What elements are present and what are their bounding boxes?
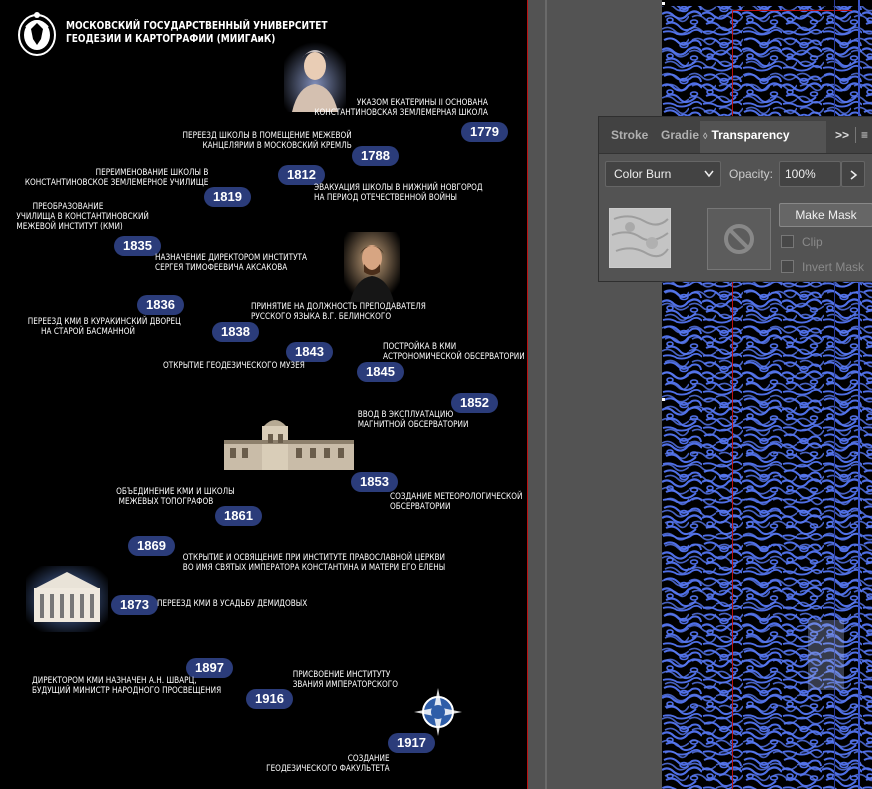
transparency-panel[interactable]: Stroke Gradie ◊ Transparency >> ≡ Color B… bbox=[598, 116, 872, 282]
opacity-stepper-button[interactable] bbox=[841, 161, 865, 187]
blend-mode-value: Color Burn bbox=[614, 167, 672, 181]
mask-placeholder[interactable] bbox=[707, 208, 771, 270]
event-1852-text: ВВОД В ЭКСПЛУАТАЦИЮ МАГНИТНОЙ ОБСЕРВАТОРИ… bbox=[357, 410, 469, 430]
clip-label: Clip bbox=[802, 235, 823, 249]
invert-mask-label: Invert Mask bbox=[802, 260, 865, 274]
event-1835-text: ПРЕОБРАЗОВАНИЕ УЧИЛИЩА В КОНСТАНТИНОВСКИЙ… bbox=[16, 202, 149, 232]
tab-stroke[interactable]: Stroke bbox=[611, 128, 648, 142]
artboard[interactable]: МОСКОВСКИЙ ГОСУДАРСТВЕННЫЙ УНИВЕРСИТЕТ Г… bbox=[0, 0, 527, 789]
artwork-thumbnail-texture bbox=[610, 209, 670, 267]
opacity-label: Opacity: bbox=[729, 167, 774, 181]
event-1843-text: ОТКРЫТИЕ ГЕОДЕЗИЧЕСКОГО МУЗЕЯ bbox=[163, 361, 305, 371]
invert-mask-checkbox[interactable] bbox=[781, 260, 794, 273]
panel-menu-icon[interactable]: ≡ bbox=[861, 128, 868, 142]
panel-overflow-button[interactable]: >> bbox=[835, 128, 849, 142]
event-1845-text: ПОСТРОЙКА В КМИ АСТРОНОМИЧЕСКОЙ ОБСЕРВАТО… bbox=[383, 342, 525, 362]
year-badge-1788: 1788 bbox=[352, 146, 399, 166]
event-1917-text: СОЗДАНИЕ ГЕОДЕЗИЧЕСКОГО ФАКУЛЬТЕТА bbox=[266, 754, 390, 774]
year-badge-1836: 1836 bbox=[137, 295, 184, 315]
clip-checkbox[interactable] bbox=[781, 235, 794, 248]
university-emblem-icon bbox=[18, 12, 56, 56]
tab-updown-icon: ◊ bbox=[703, 131, 708, 141]
year-badge-1873: 1873 bbox=[111, 595, 158, 615]
year-badge-1779: 1779 bbox=[461, 122, 508, 142]
pasteboard-divider bbox=[545, 0, 547, 789]
chevron-right-icon bbox=[850, 170, 858, 180]
year-badge-1835: 1835 bbox=[114, 236, 161, 256]
tab-transparency[interactable]: ◊ Transparency bbox=[703, 128, 790, 142]
chevron-down-icon bbox=[704, 170, 714, 178]
event-1869-text: ОТКРЫТИЕ И ОСВЯЩЕНИЕ ПРИ ИНСТИТУТЕ ПРАВО… bbox=[182, 553, 446, 573]
header-line-1: МОСКОВСКИЙ ГОСУДАРСТВЕННЫЙ УНИВЕРСИТЕТ bbox=[66, 20, 328, 32]
year-badge-1852: 1852 bbox=[451, 393, 498, 413]
year-badge-1853: 1853 bbox=[351, 472, 398, 492]
event-1861-text: ОБЪЕДИНЕНИЕ КМИ И ШКОЛЫ МЕЖЕВЫХ ТОПОГРАФО… bbox=[116, 487, 235, 507]
year-badge-1916: 1916 bbox=[246, 689, 293, 709]
event-1897-text: ДИРЕКТОРОМ КМИ НАЗНАЧЕН А.Н. ШВАРЦ, БУДУЩ… bbox=[32, 676, 222, 696]
event-1812-text: ЭВАКУАЦИЯ ШКОЛЫ В НИЖНИЙ НОВГОРОД НА ПЕРИ… bbox=[314, 183, 483, 203]
year-badge-1812: 1812 bbox=[278, 165, 325, 185]
event-1853-text: СОЗДАНИЕ МЕТЕОРОЛОГИЧЕСКОЙ ОБСЕРВАТОРИИ bbox=[390, 492, 523, 512]
year-badge-1819: 1819 bbox=[204, 187, 251, 207]
event-1838-text: ПРИНЯТИЕ НА ДОЛЖНОСТЬ ПРЕПОДАВАТЕЛЯ РУССК… bbox=[251, 302, 426, 322]
year-badge-1843: 1843 bbox=[286, 342, 333, 362]
panel-divider bbox=[855, 127, 856, 143]
event-1819-text: ПЕРЕИМЕНОВАНИЕ ШКОЛЫ В КОНСТАНТИНОВСКОЕ З… bbox=[24, 168, 208, 188]
event-1788-text: ПЕРЕЕЗД ШКОЛЫ В ПОМЕЩЕНИЕ МЕЖЕВОЙ КАНЦЕЛЯ… bbox=[182, 131, 352, 151]
event-1916-text: ПРИСВОЕНИЕ ИНСТИТУТУ ЗВАНИЯ ИМПЕРАТОРСКОГ… bbox=[292, 670, 398, 690]
year-badge-1869: 1869 bbox=[128, 536, 175, 556]
blend-mode-dropdown[interactable]: Color Burn bbox=[605, 161, 721, 187]
year-badge-1897: 1897 bbox=[186, 658, 233, 678]
aksakov-portrait bbox=[344, 232, 400, 302]
observatory-building-image bbox=[224, 420, 354, 470]
tab-gradient[interactable]: Gradie bbox=[661, 128, 699, 142]
year-badge-1861: 1861 bbox=[215, 506, 262, 526]
year-badge-1917: 1917 bbox=[388, 733, 435, 753]
make-mask-button[interactable]: Make Mask bbox=[779, 203, 872, 227]
demidov-estate-image bbox=[26, 566, 108, 632]
no-mask-icon bbox=[724, 224, 754, 254]
event-1835-director-text: НАЗНАЧЕНИЕ ДИРЕКТОРОМ ИНСТИТУТА СЕРГЕЯ ТИ… bbox=[155, 253, 308, 273]
artwork-thumbnail[interactable] bbox=[609, 208, 671, 268]
event-1836-text: ПЕРЕЕЗД КМИ В КУРАКИНСКИЙ ДВОРЕЦ НА СТАРО… bbox=[27, 317, 181, 337]
opacity-value: 100% bbox=[785, 167, 816, 181]
opacity-input[interactable]: 100% bbox=[779, 161, 841, 187]
event-1873-text: ПЕРЕЕЗД КМИ В УСАДЬБУ ДЕМИДОВЫХ bbox=[157, 599, 308, 609]
year-badge-1845: 1845 bbox=[357, 362, 404, 382]
event-1779-text: УКАЗОМ ЕКАТЕРИНЫ II ОСНОВАНА КОНСТАНТИНОВ… bbox=[314, 98, 488, 118]
year-badge-1838: 1838 bbox=[212, 322, 259, 342]
panel-tab-bar: Stroke Gradie ◊ Transparency >> ≡ bbox=[599, 117, 872, 154]
geodesy-faculty-logo-icon bbox=[414, 688, 462, 736]
